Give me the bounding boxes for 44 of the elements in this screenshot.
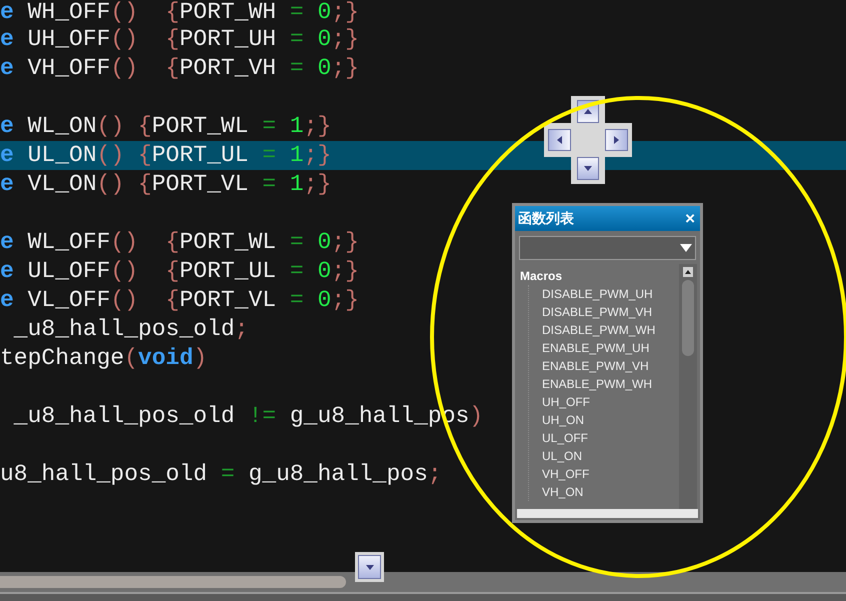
close-button[interactable]: × (683, 210, 697, 227)
code-line: tepChange(void) (0, 345, 208, 371)
code-line: e WH_OFF() {PORT_WH = 0;} (0, 0, 359, 25)
code-line: e UL_ON() {PORT_UL = 1;} (0, 142, 332, 168)
code-line: e UH_OFF() {PORT_UH = 0;} (0, 26, 359, 52)
code-line: _u8_hall_pos_old; (12, 316, 248, 342)
code-line: e VH_OFF() {PORT_VH = 0;} (0, 55, 359, 81)
caret-down-icon (366, 564, 374, 570)
tree-item[interactable]: UL_ON (542, 447, 679, 465)
tree-item[interactable]: UH_ON (542, 411, 679, 429)
tree-item[interactable]: UH_OFF (542, 393, 679, 411)
scrollbar-thumb[interactable] (0, 576, 346, 588)
dock-bottom-button[interactable] (577, 157, 599, 180)
tree-item[interactable]: ENABLE_PWM_UH (542, 339, 679, 357)
code-line: e VL_ON() {PORT_VL = 1;} (0, 171, 332, 197)
caret-right-icon (614, 136, 619, 144)
tree-item[interactable]: DISABLE_PWM_VH (542, 303, 679, 321)
dock-bottom-button[interactable] (355, 552, 384, 582)
tree-item[interactable]: DISABLE_PWM_WH (542, 321, 679, 339)
code-line: e UL_OFF() {PORT_UL = 0;} (0, 258, 359, 284)
code-line: e WL_OFF() {PORT_WL = 0;} (0, 229, 359, 255)
code-line: e WL_ON() {PORT_WL = 1;} (0, 113, 332, 139)
tree-item[interactable]: ENABLE_PWM_WH (542, 375, 679, 393)
caret-down-icon (584, 166, 592, 171)
horizontal-scrollbar[interactable] (0, 572, 846, 592)
dock-left-button[interactable] (548, 129, 571, 151)
panel-title: 函数列表 (518, 209, 574, 228)
tree-item[interactable]: ENABLE_PWM_VH (542, 357, 679, 375)
tree-group-label[interactable]: Macros (520, 267, 679, 285)
scroll-up-icon[interactable] (683, 267, 693, 277)
tree-item[interactable]: UL_OFF (542, 429, 679, 447)
tree-item[interactable]: DISABLE_PWM_UH (542, 285, 679, 303)
vertical-scrollbar[interactable] (679, 264, 697, 509)
code-line: e VL_OFF() {PORT_VL = 0;} (0, 287, 359, 313)
horizontal-scrollbar[interactable] (517, 509, 698, 518)
dock-right-button[interactable] (605, 129, 628, 151)
tree-item[interactable]: VH_ON (542, 483, 679, 501)
tree-item[interactable]: VH_OFF (542, 465, 679, 483)
scrollbar-thumb[interactable] (682, 280, 694, 356)
function-dropdown[interactable] (519, 236, 696, 260)
caret-down-icon (680, 244, 692, 252)
caret-left-icon (557, 136, 562, 144)
code-line: u8_hall_pos_old = g_u8_hall_pos; (0, 461, 442, 487)
caret-up-icon (584, 109, 592, 114)
